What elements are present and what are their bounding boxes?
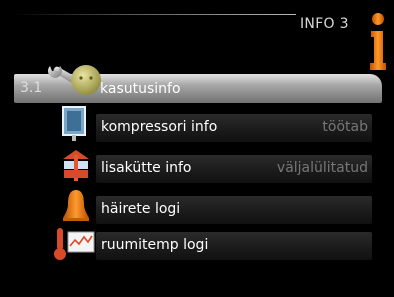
menu-title: INFO 3 bbox=[300, 16, 349, 32]
alarm-bell-icon bbox=[63, 190, 89, 221]
header-divider bbox=[14, 14, 296, 15]
info-icon bbox=[370, 13, 386, 70]
temperature-log-icon bbox=[54, 228, 95, 260]
menu-item-kompressori-info[interactable]: kompressori info töötab bbox=[96, 114, 372, 142]
menu-item-hairete-logi[interactable]: häirete logi bbox=[96, 196, 372, 224]
menu-item-ruumitemp-logi[interactable]: ruumitemp logi bbox=[96, 232, 372, 260]
menu-item-label: ruumitemp logi bbox=[101, 237, 209, 253]
compressor-icon bbox=[62, 106, 86, 141]
menu-item-lisakutte-info[interactable]: lisakütte info väljalülitatud bbox=[96, 155, 372, 183]
menu-item-value: töötab bbox=[322, 119, 368, 135]
menu-item-number: 3.1 bbox=[20, 80, 43, 96]
menu-item-label: häirete logi bbox=[101, 201, 181, 217]
menu-item-label: lisakütte info bbox=[101, 160, 192, 176]
person-wrench-icon bbox=[48, 65, 101, 95]
menu-item-label: kompressori info bbox=[101, 119, 218, 135]
additional-heat-icon bbox=[63, 150, 89, 181]
menu-item-value: väljalülitatud bbox=[276, 160, 368, 176]
menu-item-label: kasutusinfo bbox=[100, 81, 181, 97]
